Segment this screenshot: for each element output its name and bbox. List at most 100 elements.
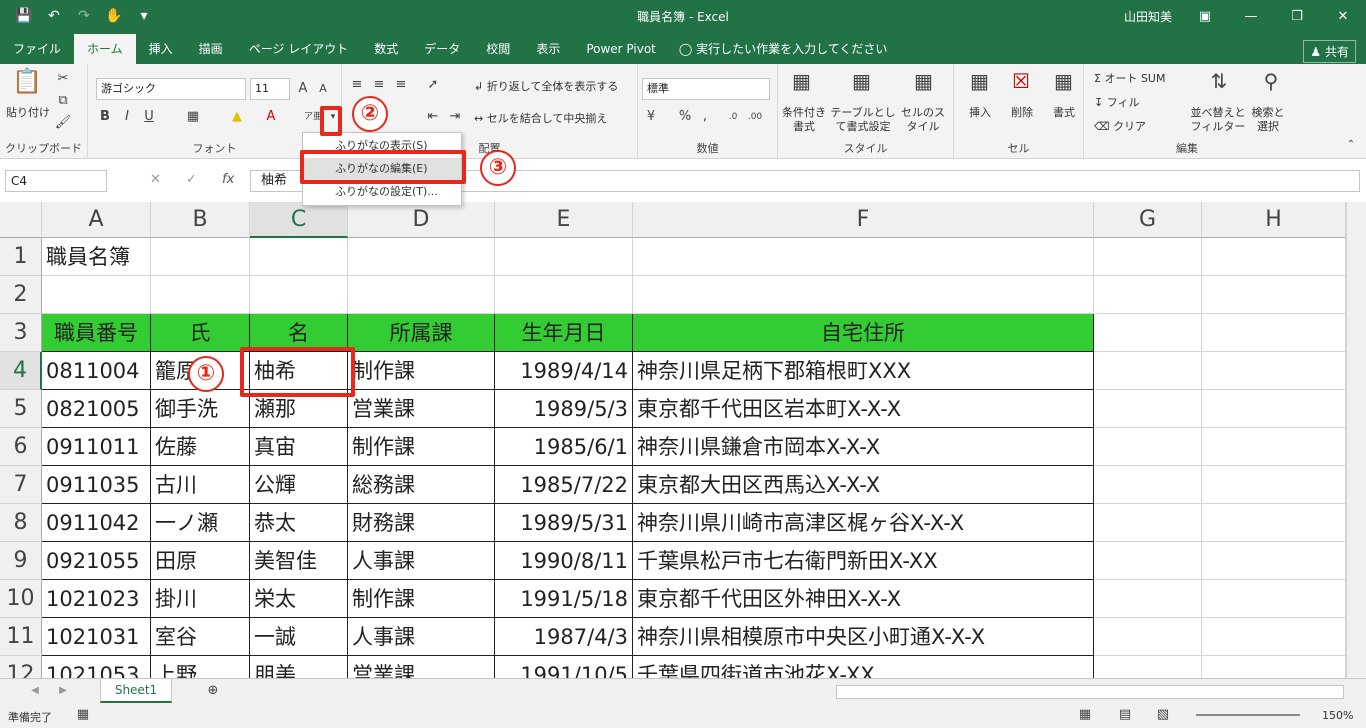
cell-h12[interactable] <box>1202 656 1346 678</box>
copy-icon[interactable]: ⧉ <box>54 92 72 110</box>
cell-f11[interactable]: 神奈川県相模原市中央区小町通X-X-X <box>633 618 1094 656</box>
cell-c10[interactable]: 栄太 <box>250 580 348 618</box>
row-header-7[interactable]: 7 <box>0 466 42 504</box>
align-bottom-icon[interactable]: ≡ <box>392 76 410 94</box>
row-header-6[interactable]: 6 <box>0 428 42 466</box>
shrink-font-icon[interactable]: A <box>314 80 332 98</box>
cell-c12[interactable]: 朋美 <box>250 656 348 678</box>
cut-icon[interactable]: ✂ <box>54 70 72 88</box>
fill-color-icon[interactable]: ▲ <box>228 108 246 126</box>
cell-c9[interactable]: 美智佳 <box>250 542 348 580</box>
restore-icon[interactable]: ❐ <box>1274 0 1320 32</box>
cell-b12[interactable]: 上野 <box>151 656 250 678</box>
cell-a11[interactable]: 1021031 <box>42 618 151 656</box>
cell-h5[interactable] <box>1202 390 1346 428</box>
column-header-f[interactable]: F <box>633 202 1094 238</box>
enter-icon[interactable]: ✓ <box>186 172 197 187</box>
sheet-tab-sheet1[interactable]: Sheet1 <box>100 679 172 703</box>
tab-draw[interactable]: 描画 <box>186 34 236 64</box>
cell-b9[interactable]: 田原 <box>151 542 250 580</box>
cell-b1[interactable] <box>151 238 250 276</box>
prev-sheet-icon[interactable]: ◀ <box>26 682 44 700</box>
grow-font-icon[interactable]: A <box>294 80 312 98</box>
cell-f6[interactable]: 神奈川県鎌倉市岡本X-X-X <box>633 428 1094 466</box>
tab-home[interactable]: ホーム <box>74 34 136 64</box>
row-header-2[interactable]: 2 <box>0 276 42 314</box>
underline-icon[interactable]: U <box>140 108 158 126</box>
column-header-c[interactable]: C <box>250 202 348 238</box>
comma-icon[interactable]: , <box>696 108 714 126</box>
cell-e9[interactable]: 1990/8/11 <box>495 542 633 580</box>
row-header-12[interactable]: 12 <box>0 656 42 678</box>
font-color-icon[interactable]: A <box>262 108 280 126</box>
ribbon-display-icon[interactable]: ▣ <box>1182 0 1228 32</box>
normal-view-icon[interactable]: ▦ <box>1076 706 1094 724</box>
cell-a8[interactable]: 0911042 <box>42 504 151 542</box>
cell-g11[interactable] <box>1094 618 1202 656</box>
macro-record-icon[interactable]: ▦ <box>74 706 92 724</box>
cell-h10[interactable] <box>1202 580 1346 618</box>
row-header-3[interactable]: 3 <box>0 314 42 352</box>
cell-f2[interactable] <box>633 276 1094 314</box>
cancel-icon[interactable]: ✕ <box>150 172 161 187</box>
column-header-b[interactable]: B <box>151 202 250 238</box>
cell-g9[interactable] <box>1094 542 1202 580</box>
cell-b7[interactable]: 古川 <box>151 466 250 504</box>
cell-g1[interactable] <box>1094 238 1202 276</box>
row-header-10[interactable]: 10 <box>0 580 42 618</box>
cell-e3[interactable]: 生年月日 <box>495 314 633 352</box>
cell-a2[interactable] <box>42 276 151 314</box>
cell-f8[interactable]: 神奈川県川崎市高津区梶ヶ谷X-X-X <box>633 504 1094 542</box>
cell-e7[interactable]: 1985/7/22 <box>495 466 633 504</box>
zoom-level[interactable]: 150% <box>1322 709 1353 722</box>
cell-g10[interactable] <box>1094 580 1202 618</box>
cell-e12[interactable]: 1991/10/5 <box>495 656 633 678</box>
insert-function-icon[interactable]: fx <box>222 172 234 187</box>
close-icon[interactable]: ✕ <box>1320 0 1366 32</box>
cell-f7[interactable]: 東京都大田区西馬込X-X-X <box>633 466 1094 504</box>
cell-c11[interactable]: 一誠 <box>250 618 348 656</box>
cell-d12[interactable]: 営業課 <box>348 656 495 678</box>
sort-filter-button[interactable]: 並べ替えとフィルター <box>1190 106 1246 134</box>
cell-f5[interactable]: 東京都千代田区岩本町X-X-X <box>633 390 1094 428</box>
row-header-8[interactable]: 8 <box>0 504 42 542</box>
cell-a1[interactable]: 職員名簿 <box>42 238 151 276</box>
merge-center-button[interactable]: ↔ セルを結合して中央揃え <box>474 112 634 126</box>
share-button[interactable]: ♟ 共有 <box>1303 40 1356 63</box>
cell-d11[interactable]: 人事課 <box>348 618 495 656</box>
name-box[interactable]: C4 <box>5 170 107 192</box>
fill-button[interactable]: ↧ フィル <box>1094 96 1194 110</box>
cell-a7[interactable]: 0911035 <box>42 466 151 504</box>
vertical-scrollbar[interactable] <box>1346 202 1366 678</box>
cell-g8[interactable] <box>1094 504 1202 542</box>
row-header-5[interactable]: 5 <box>0 390 42 428</box>
find-select-button[interactable]: 検索と選択 <box>1248 106 1288 134</box>
insert-cells-button[interactable]: 挿入 <box>962 106 998 120</box>
cell-a9[interactable]: 0921055 <box>42 542 151 580</box>
page-layout-view-icon[interactable]: ▤ <box>1116 706 1134 724</box>
cell-d7[interactable]: 総務課 <box>348 466 495 504</box>
zoom-slider[interactable] <box>1196 714 1300 716</box>
page-break-view-icon[interactable]: ▧ <box>1154 706 1172 724</box>
row-header-4[interactable]: 4 <box>0 352 42 390</box>
column-header-g[interactable]: G <box>1094 202 1202 238</box>
cell-e2[interactable] <box>495 276 633 314</box>
decrease-indent-icon[interactable]: ⇤ <box>424 108 442 126</box>
cell-b11[interactable]: 室谷 <box>151 618 250 656</box>
cell-h8[interactable] <box>1202 504 1346 542</box>
wrap-text-button[interactable]: ↲ 折り返して全体を表示する <box>474 80 634 94</box>
horizontal-scrollbar[interactable] <box>836 685 1344 699</box>
cell-a10[interactable]: 1021023 <box>42 580 151 618</box>
cell-d1[interactable] <box>348 238 495 276</box>
cell-b3[interactable]: 氏 <box>151 314 250 352</box>
tab-power-pivot[interactable]: Power Pivot <box>573 34 669 64</box>
cell-styles-button[interactable]: セルのスタイル <box>898 106 948 134</box>
increase-decimal-icon[interactable]: .0 <box>724 108 742 126</box>
cell-d8[interactable]: 財務課 <box>348 504 495 542</box>
paste-button[interactable]: 貼り付け <box>4 106 52 120</box>
format-painter-icon[interactable]: 🖌 <box>54 114 72 132</box>
column-header-d[interactable]: D <box>348 202 495 238</box>
tab-view[interactable]: 表示 <box>523 34 573 64</box>
format-table-button[interactable]: テーブルとして書式設定 <box>830 106 896 134</box>
cell-d9[interactable]: 人事課 <box>348 542 495 580</box>
